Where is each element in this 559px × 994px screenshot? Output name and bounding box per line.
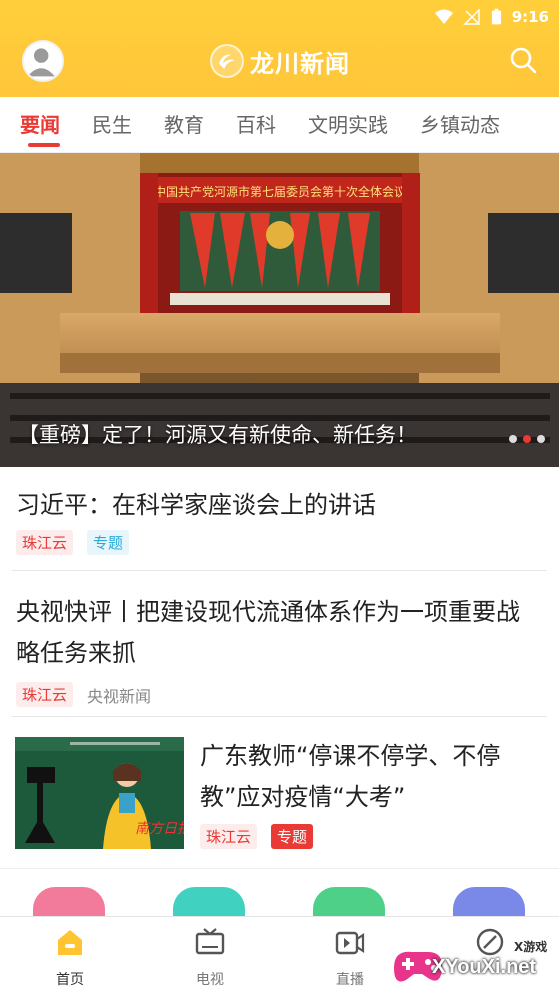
tab-headlines[interactable]: 要闻 (0, 97, 76, 153)
app-title: 龙川新闻 (250, 49, 350, 78)
tab-civilization-practice[interactable]: 文明实践 (292, 97, 404, 153)
shortcut-icon[interactable] (173, 887, 245, 918)
shortcut-row (0, 868, 559, 918)
brand-logo-icon (210, 44, 244, 78)
shortcut-icon[interactable] (453, 887, 525, 918)
source-tag: 珠江云 (16, 530, 74, 555)
carousel-dot[interactable] (509, 435, 517, 443)
nav-label: 首页 (56, 972, 84, 988)
tab-livelihood[interactable]: 民生 (76, 97, 148, 153)
news-thumbnail[interactable]: 南方日报 (15, 737, 184, 849)
teacher-video-thumbnail: 南方日报 (15, 737, 184, 849)
carousel-dot[interactable] (537, 435, 545, 443)
topic-tag: 专题 (87, 530, 130, 555)
search-icon[interactable] (509, 46, 537, 74)
news-item[interactable]: 央视快评丨把建设现代流通体系作为一项重要战略任务来抓 珠江云 央视新闻 (0, 592, 559, 707)
topic-tag: 专题 (271, 824, 314, 849)
banner-caption: 【重磅】定了！河源又有新使命、新任务！ (18, 423, 417, 447)
tab-township-news[interactable]: 乡镇动态 (404, 97, 516, 153)
banner-slogan: 中国共产党河源市第七届委员会第十次全体会议 (154, 184, 406, 199)
app-header: 9:16 龙川新闻 (0, 0, 559, 97)
shortcut-icon[interactable] (313, 887, 385, 918)
status-bar: 9:16 (0, 0, 559, 32)
category-tabs: 要闻 民生 教育 百科 文明实践 乡镇动态 (0, 97, 559, 153)
live-video-icon (335, 931, 365, 955)
tab-education[interactable]: 教育 (148, 97, 220, 153)
source-tag: 珠江云 (16, 682, 74, 707)
nav-label: 电视 (196, 972, 224, 988)
carousel-dot-active[interactable] (523, 435, 531, 443)
source-label: 央视新闻 (87, 686, 152, 706)
tab-encyclopedia[interactable]: 百科 (220, 97, 292, 153)
watermark-text: XYouXi.net (432, 956, 537, 978)
site-watermark: X游戏 XYouXi.net (388, 932, 559, 994)
no-signal-icon (462, 9, 480, 25)
news-title: 央视快评丨把建设现代流通体系作为一项重要战略任务来抓 (16, 598, 520, 667)
headline-banner[interactable]: 中国共产党河源市第七届委员会第十次全体会议 【重磅】定了！河源又有新使命、新任务… (0, 153, 559, 467)
news-item[interactable]: 习近平：在科学家座谈会上的讲话 珠江云 专题 (0, 486, 559, 555)
divider (12, 716, 547, 717)
divider (12, 570, 547, 571)
user-avatar-icon (27, 48, 55, 77)
user-avatar[interactable] (22, 40, 64, 82)
wifi-icon (434, 9, 453, 24)
battery-icon (491, 8, 501, 25)
nav-tv[interactable]: 电视 (175, 927, 245, 989)
news-item[interactable]: 广东教师“停课不停学、不停教”应对疫情“大考” 珠江云 专题 (184, 736, 559, 849)
tv-icon (195, 928, 225, 955)
svg-text:南方日报: 南方日报 (135, 821, 184, 837)
watermark-small-text: X游戏 (514, 940, 548, 954)
source-tag: 珠江云 (200, 824, 258, 849)
status-time: 9:16 (511, 8, 549, 26)
nav-live[interactable]: 直播 (315, 927, 385, 989)
news-title: 广东教师“停课不停学、不停教”应对疫情“大考” (200, 742, 501, 811)
nav-home[interactable]: 首页 (35, 927, 105, 989)
news-title: 习近平：在科学家座谈会上的讲话 (16, 491, 376, 519)
home-icon (58, 930, 82, 955)
carousel-dots (509, 435, 545, 443)
brand: 龙川新闻 (210, 44, 350, 78)
nav-label: 直播 (336, 972, 364, 988)
shortcut-icon[interactable] (33, 887, 105, 918)
